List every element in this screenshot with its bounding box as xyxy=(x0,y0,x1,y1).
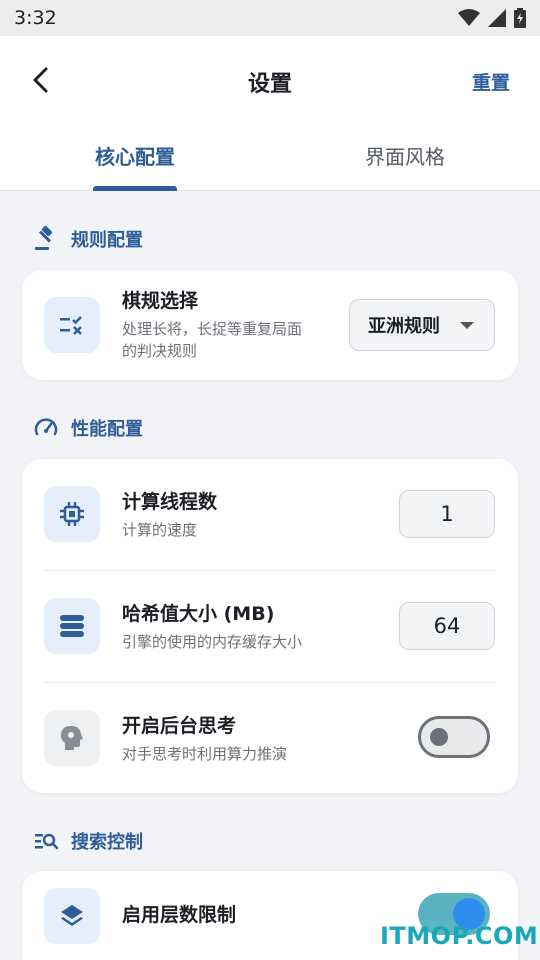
reset-button[interactable]: 重置 xyxy=(472,68,510,95)
tab-core-config[interactable]: 核心配置 xyxy=(60,141,210,170)
signal-icon xyxy=(488,9,506,27)
storage-icon-wrap xyxy=(44,598,100,654)
tab-ui-style[interactable]: 界面风格 xyxy=(330,141,480,170)
layers-icon xyxy=(61,905,83,926)
section-title-performance-label: 性能配置 xyxy=(71,419,143,440)
rule-list-icon xyxy=(60,316,82,335)
status-icons xyxy=(458,8,526,28)
search-list-icon xyxy=(35,833,59,850)
brain-head-icon xyxy=(60,726,83,750)
threads-text: 计算线程数 计算的速度 xyxy=(122,489,217,541)
section-title-search-label: 搜索控制 xyxy=(71,832,143,853)
layers-icon-wrap xyxy=(44,888,100,944)
threads-input[interactable]: 1 xyxy=(399,490,495,538)
threads-desc: 计算的速度 xyxy=(122,521,198,539)
section-title-performance: 性能配置 xyxy=(33,415,143,441)
brain-icon-wrap xyxy=(44,710,100,766)
cpu-icon-wrap xyxy=(44,486,100,542)
rule-select-desc-line2: 的判决规则 xyxy=(122,342,198,360)
status-time: 3:32 xyxy=(14,7,57,29)
tab-indicator xyxy=(93,186,177,191)
hash-desc: 引擎的使用的内存缓存大小 xyxy=(122,633,303,651)
cpu-icon xyxy=(60,502,84,526)
threads-label: 计算线程数 xyxy=(122,491,218,513)
row-threads: 计算线程数 计算的速度 1 xyxy=(22,459,518,571)
page-title: 设置 xyxy=(247,72,292,97)
row-hash-size: 哈希值大小 (MB) 引擎的使用的内存缓存大小 64 xyxy=(22,571,518,683)
dropdown-caret-icon xyxy=(460,322,474,329)
rule-select-dropdown[interactable]: 亚洲规则 xyxy=(349,299,495,351)
background-thinking-text: 开启后台思考 对手思考时利用算力推演 xyxy=(122,713,287,765)
rule-list-icon-wrap xyxy=(44,297,100,353)
hash-input[interactable]: 64 xyxy=(399,602,495,650)
rule-select-label: 棋规选择 xyxy=(122,290,199,312)
row-background-thinking: 开启后台思考 对手思考时利用算力推演 xyxy=(22,683,518,793)
app-header: 设置 重置 核心配置 界面风格 xyxy=(0,36,540,191)
watermark: ITMOP.COM xyxy=(380,922,539,950)
section-title-search: 搜索控制 xyxy=(33,828,143,854)
rule-select-desc: 处理长将，长捉等重复局面 的判决规则 xyxy=(122,318,302,362)
rule-select-text: 棋规选择 处理长将，长捉等重复局面 的判决规则 xyxy=(122,288,302,362)
hash-text: 哈希值大小 (MB) 引擎的使用的内存缓存大小 xyxy=(122,601,302,653)
background-thinking-toggle[interactable] xyxy=(418,716,490,758)
wifi-icon xyxy=(458,9,480,26)
speedometer-icon xyxy=(34,418,58,436)
rule-select-value: 亚洲规则 xyxy=(368,316,440,337)
row-rule-select[interactable]: 棋规选择 处理长将，长捉等重复局面 的判决规则 亚洲规则 xyxy=(22,270,518,380)
status-bar: 3:32 xyxy=(0,0,540,36)
depth-limit-label: 启用层数限制 xyxy=(122,904,237,926)
card-performance: 计算线程数 计算的速度 1 哈希值大小 (MB) 引擎的使用的内存缓存大小 64 xyxy=(22,459,518,793)
rule-select-desc-line1: 处理长将，长捉等重复局面 xyxy=(122,320,303,338)
section-title-rules: 规则配置 xyxy=(33,226,143,252)
storage-icon xyxy=(60,615,84,637)
background-thinking-desc: 对手思考时利用算力推演 xyxy=(122,745,288,763)
gavel-icon xyxy=(35,226,53,250)
background-thinking-label: 开启后台思考 xyxy=(122,715,237,737)
card-rules: 棋规选择 处理长将，长捉等重复局面 的判决规则 亚洲规则 xyxy=(22,270,518,380)
hash-label: 哈希值大小 (MB) xyxy=(122,603,275,625)
battery-icon xyxy=(514,8,526,28)
depth-limit-text: 启用层数限制 xyxy=(122,902,236,928)
section-title-rules-label: 规则配置 xyxy=(71,230,143,251)
toggle-knob xyxy=(430,728,448,746)
